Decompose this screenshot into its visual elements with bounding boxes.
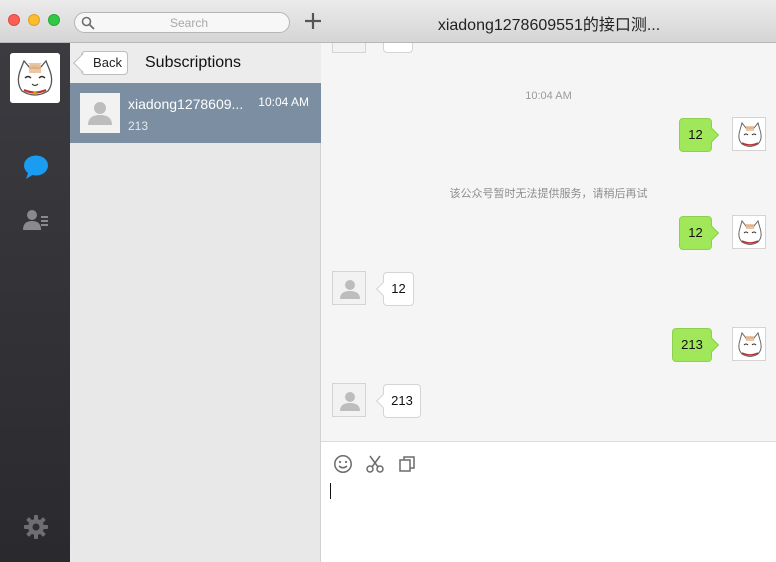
user-avatar[interactable] (10, 53, 60, 103)
copy-icon[interactable] (397, 454, 417, 474)
self-avatar (732, 117, 766, 151)
cat-avatar-icon (733, 328, 765, 360)
conversation-list-panel: Back Subscriptions xiadong1278609... 10:… (70, 43, 321, 562)
message-text: 213 (681, 337, 703, 352)
cat-avatar-icon (10, 53, 60, 103)
default-avatar-icon (80, 93, 120, 133)
scissors-icon[interactable] (365, 454, 385, 474)
sender-avatar (332, 383, 366, 417)
search-input[interactable] (99, 14, 279, 32)
conversation-time: 10:04 AM (258, 95, 309, 109)
emoji-icon[interactable] (333, 454, 353, 474)
contacts-icon[interactable] (22, 206, 50, 234)
search-icon (81, 16, 95, 30)
message-text: 12 (688, 225, 703, 240)
list-title: Subscriptions (145, 54, 242, 71)
system-notice: 该公众号暂时无法提供服务，请稍后再试 (449, 188, 648, 200)
message-text: 12 (391, 281, 406, 296)
cat-avatar-icon (733, 216, 765, 248)
outgoing-message-bubble[interactable]: 213 (672, 328, 712, 362)
message-area[interactable]: 10:04 AM 12 该公众号暂时无法提供服务，请稍后再试 12 12 213… (321, 43, 776, 441)
self-avatar (732, 327, 766, 361)
message-composer[interactable] (321, 441, 776, 562)
message-text: 213 (391, 393, 413, 408)
search-box[interactable] (74, 12, 290, 33)
incoming-message-bubble[interactable]: 213 (383, 384, 421, 418)
message-timestamp: 10:04 AM (525, 90, 572, 102)
message-bubble (383, 43, 413, 53)
self-avatar (732, 215, 766, 249)
default-avatar-icon (333, 384, 365, 416)
list-header: Back Subscriptions (70, 43, 321, 83)
chats-icon[interactable] (22, 153, 50, 181)
settings-icon[interactable] (22, 513, 50, 541)
text-cursor (330, 483, 331, 499)
add-icon[interactable] (302, 10, 324, 32)
incoming-message-bubble[interactable]: 12 (383, 272, 414, 306)
message-avatar (332, 43, 366, 53)
chat-title: xiadong1278609551的接口测... (437, 17, 661, 34)
outgoing-message-bubble[interactable]: 12 (679, 118, 712, 152)
close-window-button[interactable] (8, 14, 20, 26)
app-window: xiadong1278609551的接口测... (0, 0, 776, 562)
title-bar: xiadong1278609551的接口测... (0, 0, 776, 43)
message-text: 12 (688, 127, 703, 142)
back-button[interactable]: Back (81, 51, 128, 75)
cat-avatar-icon (733, 118, 765, 150)
minimize-window-button[interactable] (28, 14, 40, 26)
default-avatar-icon (333, 272, 365, 304)
maximize-window-button[interactable] (48, 14, 60, 26)
sender-avatar (332, 271, 366, 305)
conversation-item[interactable]: xiadong1278609... 10:04 AM 213 (70, 83, 321, 143)
left-nav (0, 43, 70, 562)
back-button-label: Back (93, 55, 122, 70)
conversation-name: xiadong1278609... (128, 96, 244, 112)
outgoing-message-bubble[interactable]: 12 (679, 216, 712, 250)
conversation-preview: 213 (128, 119, 149, 133)
